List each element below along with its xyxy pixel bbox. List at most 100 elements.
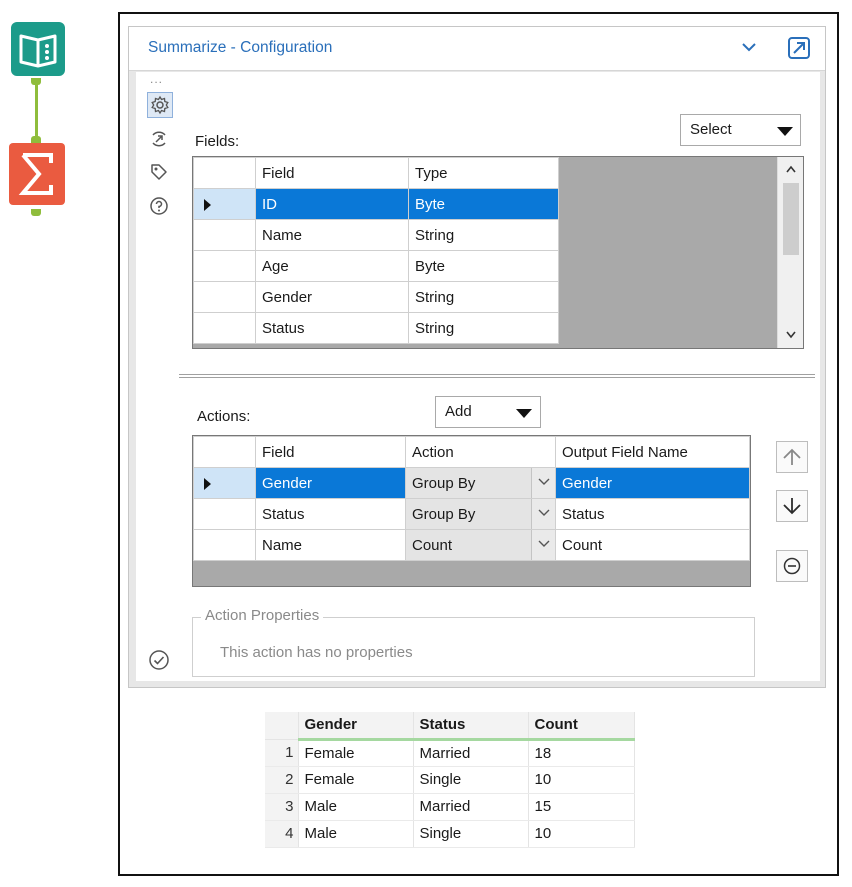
action-combo-value: Count	[412, 536, 453, 554]
results-row-number: 2	[265, 766, 299, 794]
chevron-down-icon[interactable]	[531, 499, 555, 529]
scroll-up-icon[interactable]	[786, 165, 796, 173]
fields-label: Fields:	[195, 133, 240, 150]
input-anchor[interactable]	[31, 136, 41, 143]
field-name-cell[interactable]: Gender	[255, 281, 409, 313]
fields-grid[interactable]: Field Type ID Byte Name String Age Byte	[192, 156, 804, 349]
row-header-corner	[193, 157, 256, 189]
actions-col-field[interactable]: Field	[255, 436, 406, 468]
results-index-header	[265, 712, 299, 740]
fields-row[interactable]: Gender String	[193, 281, 559, 313]
tag-icon[interactable]	[147, 160, 173, 186]
results-count-cell: 15	[528, 793, 635, 821]
move-down-button[interactable]	[776, 490, 808, 522]
chevron-down-icon[interactable]	[531, 468, 555, 498]
chevron-down-icon[interactable]	[531, 530, 555, 560]
field-name-cell[interactable]: Status	[255, 312, 409, 344]
row-header[interactable]	[193, 188, 256, 220]
fields-row[interactable]: Name String	[193, 219, 559, 251]
actions-col-action[interactable]: Action	[405, 436, 556, 468]
select-dropdown[interactable]: Select	[680, 114, 801, 146]
row-header[interactable]	[193, 250, 256, 282]
action-combo-value: Group By	[412, 505, 476, 523]
output-name-cell[interactable]: Gender	[555, 467, 750, 499]
chevron-down-icon[interactable]	[739, 37, 759, 57]
fields-scrollbar[interactable]	[777, 157, 803, 348]
popout-icon[interactable]	[786, 35, 812, 61]
actions-grid-header: Field Action Output Field Name	[193, 436, 750, 468]
results-count-cell: 10	[528, 820, 635, 848]
connection-icon[interactable]	[147, 127, 173, 153]
field-type-cell[interactable]: Byte	[408, 188, 559, 220]
configuration-header: Summarize - Configuration	[129, 27, 825, 71]
fields-col-field[interactable]: Field	[255, 157, 409, 189]
action-field-cell[interactable]: Name	[255, 529, 406, 561]
configuration-body: ... Fields: Select Field Type ID Byte Na…	[136, 72, 820, 681]
field-type-cell[interactable]: Byte	[408, 250, 559, 282]
fields-row[interactable]: Status String	[193, 312, 559, 344]
book-input-icon[interactable]	[11, 22, 65, 76]
output-anchor-summarize[interactable]	[31, 209, 41, 216]
results-col-count: Count	[528, 712, 635, 741]
arrow-down-icon	[783, 498, 801, 515]
add-dropdown[interactable]: Add	[435, 396, 541, 428]
results-row-number: 1	[265, 739, 299, 767]
row-header-corner	[193, 436, 256, 468]
results-gender-cell: Male	[298, 820, 414, 848]
scrollbar-thumb[interactable]	[783, 183, 799, 255]
field-type-cell[interactable]: String	[408, 312, 559, 344]
field-name-cell[interactable]: Age	[255, 250, 409, 282]
action-combo-cell[interactable]: Count	[405, 529, 556, 561]
current-row-arrow-icon	[204, 199, 211, 211]
output-name-cell[interactable]: Status	[555, 498, 750, 530]
row-header[interactable]	[193, 529, 256, 561]
output-name-cell[interactable]: Count	[555, 529, 750, 561]
action-combo-cell[interactable]: Group By	[405, 467, 556, 499]
workflow-connection	[35, 85, 38, 137]
row-header[interactable]	[193, 312, 256, 344]
results-status-cell: Single	[413, 820, 529, 848]
results-status-cell: Married	[413, 793, 529, 821]
summarize-sigma-icon[interactable]	[9, 143, 65, 205]
actions-table: Field Action Output Field Name Gender Gr…	[193, 436, 750, 561]
output-anchor[interactable]	[31, 78, 41, 85]
field-name-cell[interactable]: Name	[255, 219, 409, 251]
results-row: 4 Male Single 10	[265, 820, 635, 848]
row-header[interactable]	[193, 498, 256, 530]
results-row: 1 Female Married 18	[265, 739, 635, 767]
actions-row[interactable]: Status Group By Status	[193, 498, 750, 530]
scroll-down-icon[interactable]	[786, 331, 796, 339]
help-icon[interactable]	[147, 194, 173, 220]
select-dropdown-label: Select	[690, 121, 732, 138]
field-type-cell[interactable]: String	[408, 219, 559, 251]
row-header[interactable]	[193, 467, 256, 499]
remove-icon	[783, 557, 801, 575]
actions-col-output[interactable]: Output Field Name	[555, 436, 750, 468]
actions-row[interactable]: Name Count Count	[193, 529, 750, 561]
field-type-cell[interactable]: String	[408, 281, 559, 313]
gear-icon[interactable]	[147, 92, 173, 118]
results-count-cell: 18	[528, 739, 635, 767]
check-circle-icon[interactable]	[148, 649, 170, 671]
dropdown-caret-icon	[777, 127, 793, 136]
action-field-cell[interactable]: Status	[255, 498, 406, 530]
fields-table: Field Type ID Byte Name String Age Byte	[193, 157, 559, 344]
fields-row[interactable]: Age Byte	[193, 250, 559, 282]
results-row-number: 3	[265, 793, 299, 821]
row-header[interactable]	[193, 281, 256, 313]
actions-grid[interactable]: Field Action Output Field Name Gender Gr…	[192, 435, 751, 587]
results-row-number: 4	[265, 820, 299, 848]
move-up-button[interactable]	[776, 441, 808, 473]
action-field-cell[interactable]: Gender	[255, 467, 406, 499]
results-gender-cell: Male	[298, 793, 414, 821]
fields-row[interactable]: ID Byte	[193, 188, 559, 220]
remove-action-button[interactable]	[776, 550, 808, 582]
actions-row[interactable]: Gender Group By Gender	[193, 467, 750, 499]
results-col-status: Status	[413, 712, 529, 741]
action-combo-cell[interactable]: Group By	[405, 498, 556, 530]
row-header[interactable]	[193, 219, 256, 251]
panel-splitter[interactable]	[179, 374, 815, 378]
field-name-cell[interactable]: ID	[255, 188, 409, 220]
fields-col-type[interactable]: Type	[408, 157, 559, 189]
current-row-arrow-icon	[204, 478, 211, 490]
